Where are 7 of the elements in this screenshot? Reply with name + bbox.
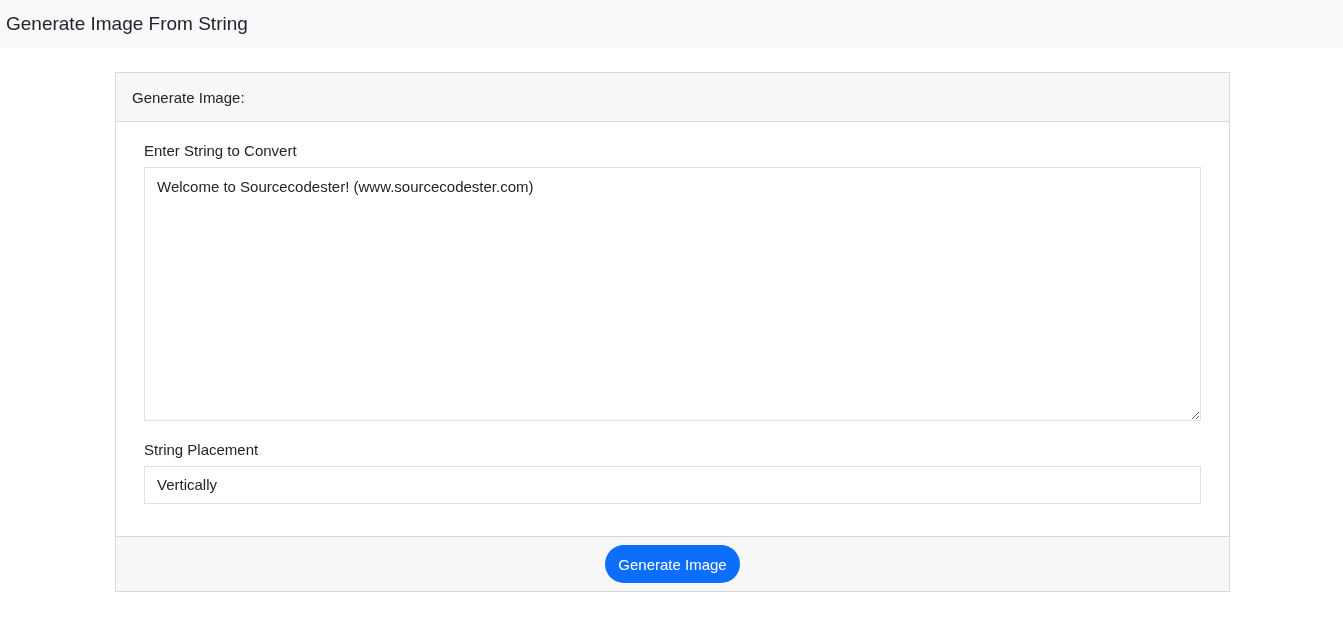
generate-image-button[interactable]: Generate Image — [605, 545, 740, 583]
placement-select[interactable]: Vertically — [144, 466, 1201, 504]
field-label: Enter String to Convert — [144, 142, 298, 159]
string-input-field[interactable]: Welcome to Sourcecodester! (www.sourcecodester.com) — [144, 167, 1201, 421]
field-label: String Placement — [144, 441, 260, 458]
card-title: Generate Image: — [132, 88, 245, 106]
navbar-title[interactable]: Generate Image From String — [6, 13, 248, 35]
